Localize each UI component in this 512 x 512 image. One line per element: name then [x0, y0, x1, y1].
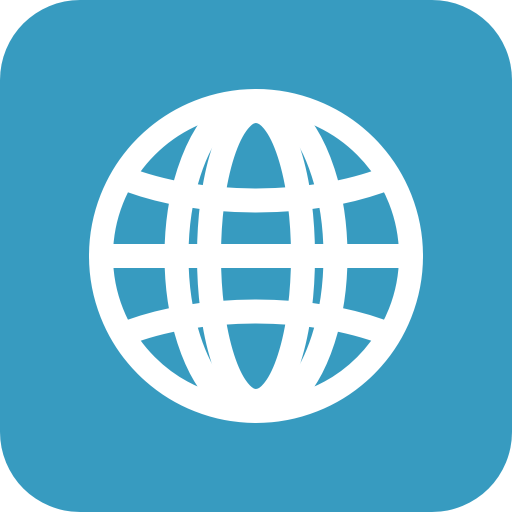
app-icon[interactable] — [0, 0, 512, 512]
globe-latitude-lower — [112, 299, 400, 346]
globe-icon — [89, 89, 423, 423]
globe-latitude-upper — [112, 166, 400, 213]
